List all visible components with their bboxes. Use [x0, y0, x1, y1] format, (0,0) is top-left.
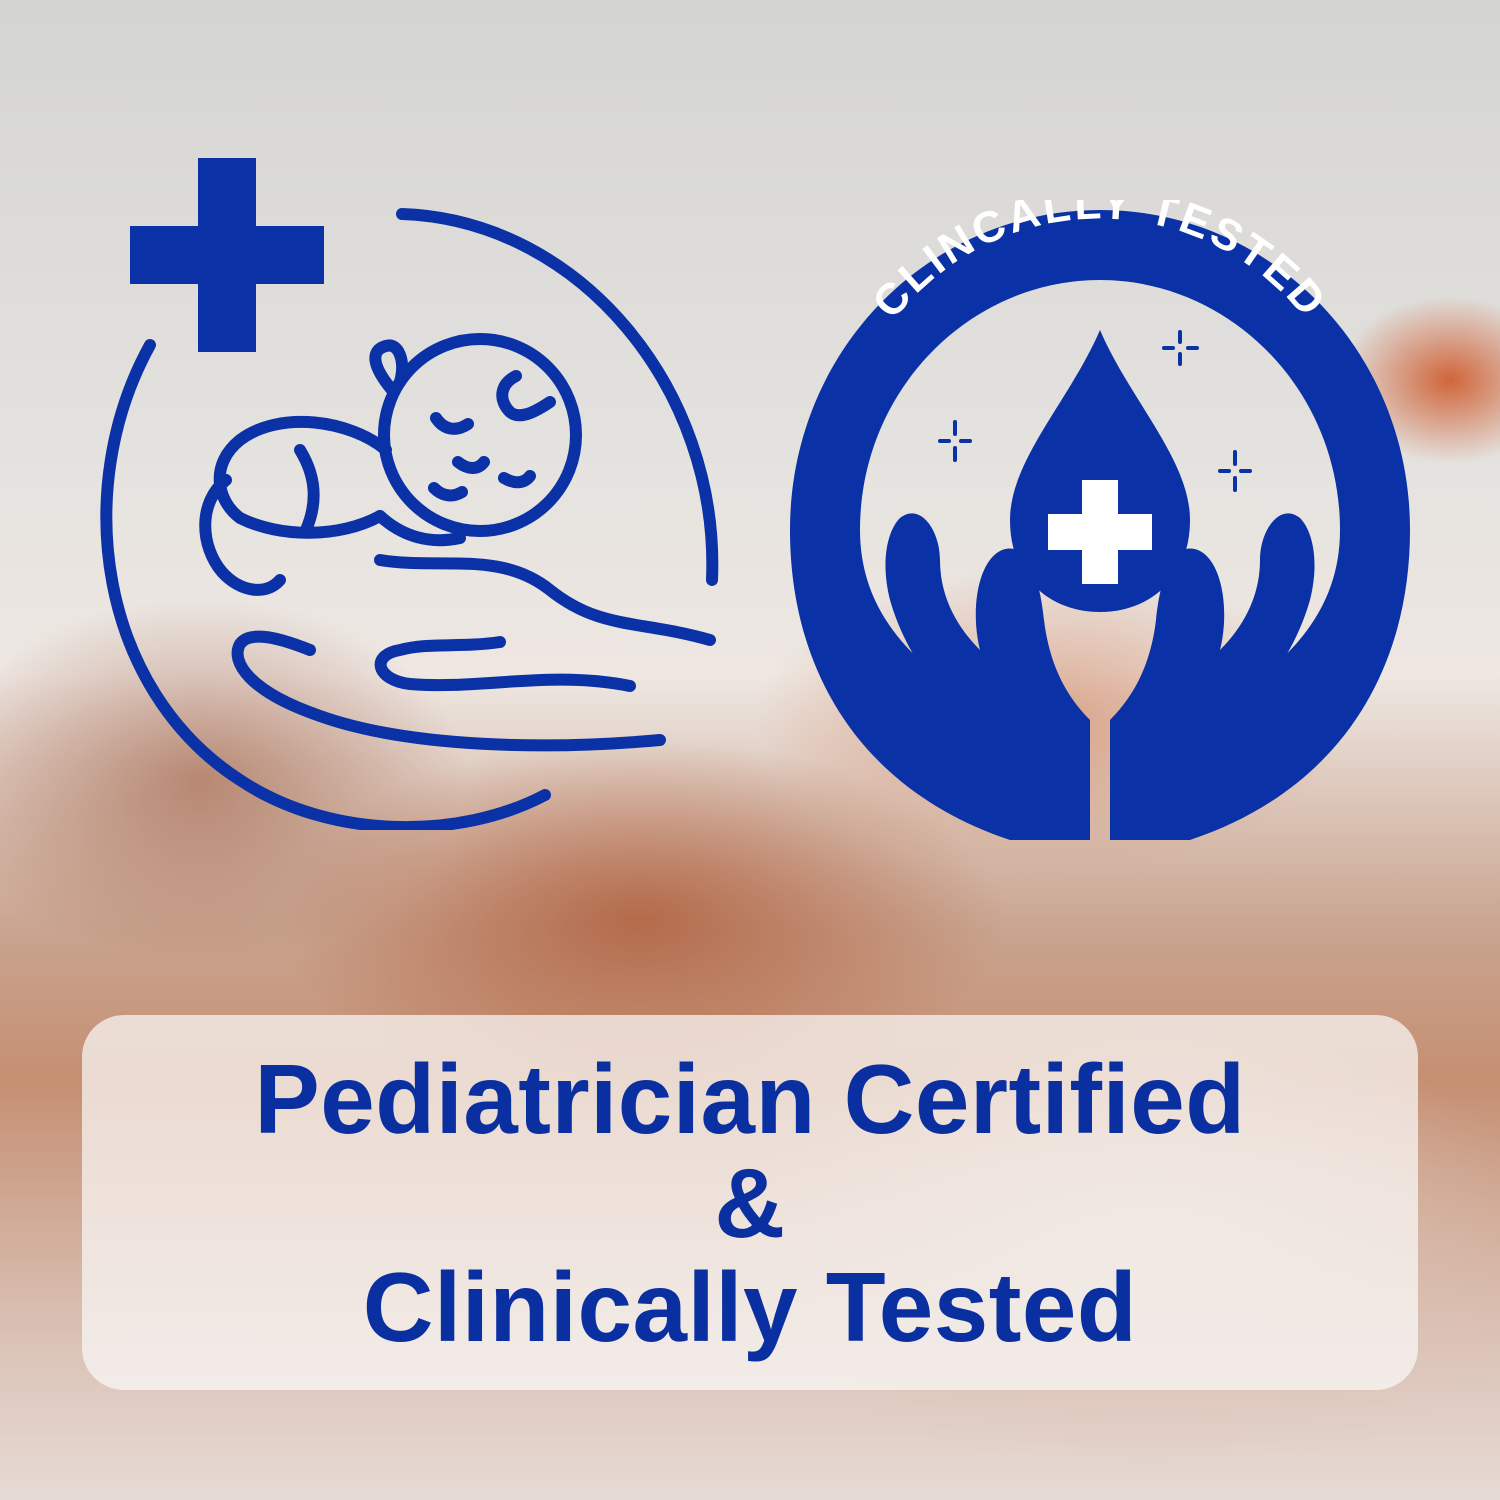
headline-line-1: Pediatrician Certified — [254, 1043, 1246, 1154]
baby-in-hand-icon — [80, 150, 760, 834]
clinically-tested-badge-icon: CLINCALLY TESTED — [780, 179, 1420, 860]
headline-line-3: Clinically Tested — [362, 1251, 1138, 1362]
medical-cross-icon — [130, 158, 324, 352]
headline-panel: Pediatrician Certified & Clinically Test… — [82, 1015, 1418, 1390]
headline-ampersand: & — [714, 1147, 786, 1258]
